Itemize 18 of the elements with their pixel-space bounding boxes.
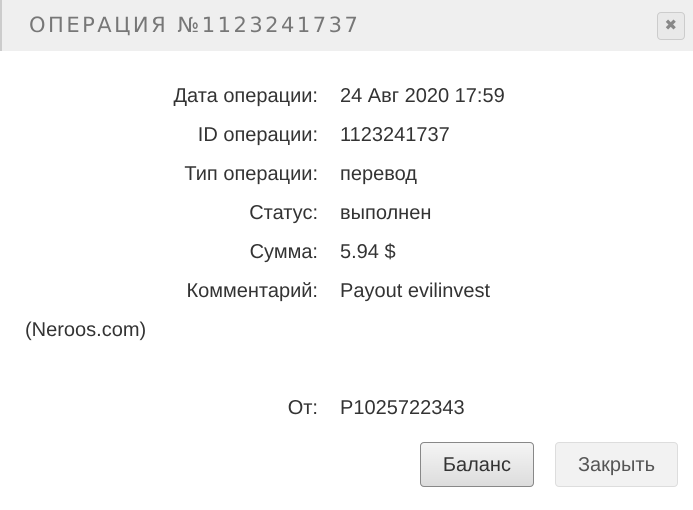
field-value: 5.94 $ [340, 241, 396, 263]
close-button[interactable]: Закрыть [554, 442, 678, 487]
field-value: P1025722343 [340, 397, 465, 419]
field-value: 1123241737 [340, 124, 450, 146]
balance-button[interactable]: Баланс [420, 442, 534, 487]
field-label: Статус: [248, 201, 318, 226]
field-value: Payout evilinvest [340, 280, 490, 302]
field-label: От: [286, 396, 318, 421]
field-value: 24 Авг 2020 17:59 [340, 85, 505, 107]
field-value: выполнен [340, 202, 432, 224]
field-label: Сумма: [248, 240, 318, 265]
field-label: Комментарий: [185, 279, 318, 304]
field-label: Дата операции: [172, 84, 318, 109]
field-label: Тип операции: [183, 162, 318, 187]
dialog-title: ОПЕРАЦИЯ №1123241737 [29, 12, 360, 39]
field-value: (Neroos.com) [25, 319, 146, 341]
field-value: перевод [340, 163, 417, 185]
field-label: ID операции: [196, 123, 318, 148]
